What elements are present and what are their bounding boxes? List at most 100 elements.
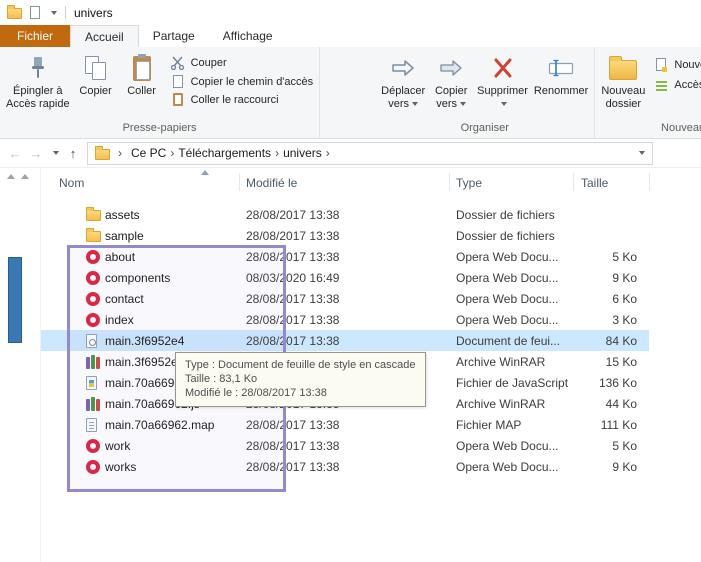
file-name: assets [105, 207, 140, 222]
file-name: contact [105, 291, 144, 306]
forward-button[interactable]: → [29, 147, 43, 160]
easy-access-button[interactable]: Accès rapide [650, 79, 701, 91]
column-separator[interactable] [649, 173, 650, 191]
copy-to-button[interactable]: Copier vers [428, 49, 474, 121]
file-row[interactable]: works 28/08/2017 13:38 Opera Web Docu... 9 … [41, 456, 649, 477]
file-modified: 28/08/2017 13:38 [246, 228, 340, 243]
new-item-button-label: Nouvel élément [674, 58, 701, 71]
cut-button[interactable]: Couper [167, 56, 317, 70]
opera-icon [86, 438, 100, 453]
column-header-nom[interactable]: Nom [59, 176, 84, 190]
easy-access-button-label: Accès rapide [674, 79, 701, 91]
quick-access-toolbar-icon[interactable] [30, 6, 40, 19]
rename-icon [548, 53, 574, 83]
column-separator[interactable] [239, 173, 240, 191]
nav-scroll-up-icon[interactable] [21, 174, 29, 179]
file-modified: 28/08/2017 13:38 [246, 249, 340, 264]
file-row[interactable]: about 28/08/2017 13:38 Opera Web Docu... 5 … [41, 246, 649, 267]
file-row[interactable]: main.70a66962.map 28/08/2017 13:38 Fichier… [41, 414, 649, 435]
breadcrumb-item[interactable]: univers [282, 146, 323, 160]
group-label-new: Nouveau [661, 122, 701, 134]
dropdown-arrow-icon [412, 102, 419, 107]
column-header-type[interactable]: Type [456, 176, 482, 190]
breadcrumb-separator-icon[interactable]: › [323, 146, 333, 160]
file-name: index [105, 312, 134, 327]
ribbon-group-organize: Déplacer vers Copier vers Supprimer Renomm… [320, 47, 596, 138]
copy-path-button[interactable]: Copier le chemin d'accès [167, 75, 317, 88]
file-row[interactable]: sample 28/08/2017 13:38 Dossier de fichier… [41, 225, 649, 246]
column-header-modifie-le[interactable]: Modifié le [246, 176, 297, 190]
file-explorer-window: { "window": { "title": "univers" }, "tab… [0, 0, 701, 562]
breadcrumb-item[interactable]: Téléchargements [177, 146, 272, 160]
file-type: Opera Web Docu... [456, 270, 559, 285]
file-tooltip: Type : Document de feuille de style en c… [175, 352, 426, 407]
tab-affichage[interactable]: Affichage [209, 25, 287, 47]
new-folder-icon [609, 53, 638, 83]
dropdown-arrow-icon [501, 102, 508, 107]
customize-toolbar-arrow-icon[interactable] [51, 10, 57, 15]
file-row[interactable]: work 28/08/2017 13:38 Opera Web Docu... 5 K… [41, 435, 649, 456]
breadcrumb-item[interactable]: Ce PC [130, 146, 167, 160]
address-box[interactable]: › Ce PC › Téléchargements › univers › [87, 141, 653, 165]
file-row[interactable]: index 28/08/2017 13:38 Opera Web Docu... 3 … [41, 309, 649, 330]
breadcrumb-separator-icon[interactable]: › [272, 146, 282, 160]
paste-shortcut-button[interactable]: Coller le raccourci [167, 93, 317, 106]
recent-locations-arrow-icon[interactable] [53, 151, 59, 155]
file-size: 84 Ko [605, 333, 637, 348]
file-type: Archive WinRAR [456, 354, 546, 369]
delete-button[interactable]: Supprimer [474, 49, 531, 121]
group-label-clipboard: Presse-papiers [122, 122, 197, 134]
opera-icon [86, 270, 100, 285]
copy-button[interactable]: Copier [73, 49, 119, 121]
move-to-button[interactable]: Déplacer vers [378, 49, 428, 121]
file-size: 5 Ko [612, 438, 637, 453]
up-button[interactable]: ↑ [66, 147, 80, 160]
file-type: Opera Web Docu... [456, 312, 559, 327]
tab-fichier[interactable]: Fichier [0, 25, 71, 47]
file-type: Opera Web Docu... [456, 438, 559, 453]
window-folder-icon [7, 5, 22, 19]
titlebar-separator [65, 6, 66, 19]
new-item-button[interactable]: Nouvel élément [650, 58, 701, 72]
breadcrumb: Ce PC › Téléchargements › univers › [130, 146, 333, 160]
tab-partage[interactable]: Partage [139, 25, 209, 47]
file-row[interactable]: main.3f6952e4 28/08/2017 13:38 Document de… [41, 330, 649, 351]
paste-shortcut-button-label: Coller le raccourci [190, 93, 279, 106]
file-name: components [105, 270, 171, 285]
column-separator[interactable] [573, 173, 574, 191]
file-modified: 28/08/2017 13:38 [246, 333, 340, 348]
file-type: Opera Web Docu... [456, 249, 559, 264]
opera-icon [86, 291, 100, 306]
tooltip-type-line: Type : Document de feuille de style en c… [185, 359, 416, 371]
new-folder-button[interactable]: Nouveau dossier [598, 49, 648, 121]
tab-accueil[interactable]: Accueil [70, 25, 139, 47]
file-row[interactable]: components 08/03/2020 16:49 Opera Web Docu… [41, 267, 649, 288]
pin-to-quick-access-button[interactable]: Épingler à Accès rapide [3, 49, 73, 121]
file-row[interactable]: contact 28/08/2017 13:38 Opera Web Docu...… [41, 288, 649, 309]
file-size: 9 Ko [612, 270, 637, 285]
file-modified: 28/08/2017 13:38 [246, 207, 340, 222]
file-name: work [105, 438, 131, 453]
back-button[interactable]: ← [8, 147, 22, 160]
file-type: Document de feui... [456, 333, 561, 348]
title-bar: univers [0, 0, 701, 25]
css-document-icon [86, 333, 97, 348]
dropdown-arrow-icon [460, 102, 467, 107]
file-size: 15 Ko [605, 354, 637, 369]
column-header-taille[interactable]: Taille [581, 176, 608, 190]
file-row[interactable]: assets 28/08/2017 13:38 Dossier de fichier… [41, 204, 649, 225]
opera-icon [86, 312, 100, 327]
file-modified: 28/08/2017 13:38 [246, 438, 340, 453]
paste-button[interactable]: Coller [119, 49, 165, 121]
folder-icon [86, 228, 101, 242]
file-name: main.70a66962.map [105, 417, 215, 432]
scissors-icon [170, 56, 186, 70]
rename-button[interactable]: Renommer [531, 49, 591, 121]
file-size: 6 Ko [612, 291, 637, 306]
opera-icon [86, 459, 100, 474]
winrar-archive-icon [86, 396, 100, 411]
address-dropdown-arrow-icon[interactable] [639, 151, 645, 155]
nav-scroll-up-icon[interactable] [7, 174, 15, 179]
breadcrumb-separator-icon[interactable]: › [167, 146, 177, 160]
column-separator[interactable] [449, 173, 450, 191]
